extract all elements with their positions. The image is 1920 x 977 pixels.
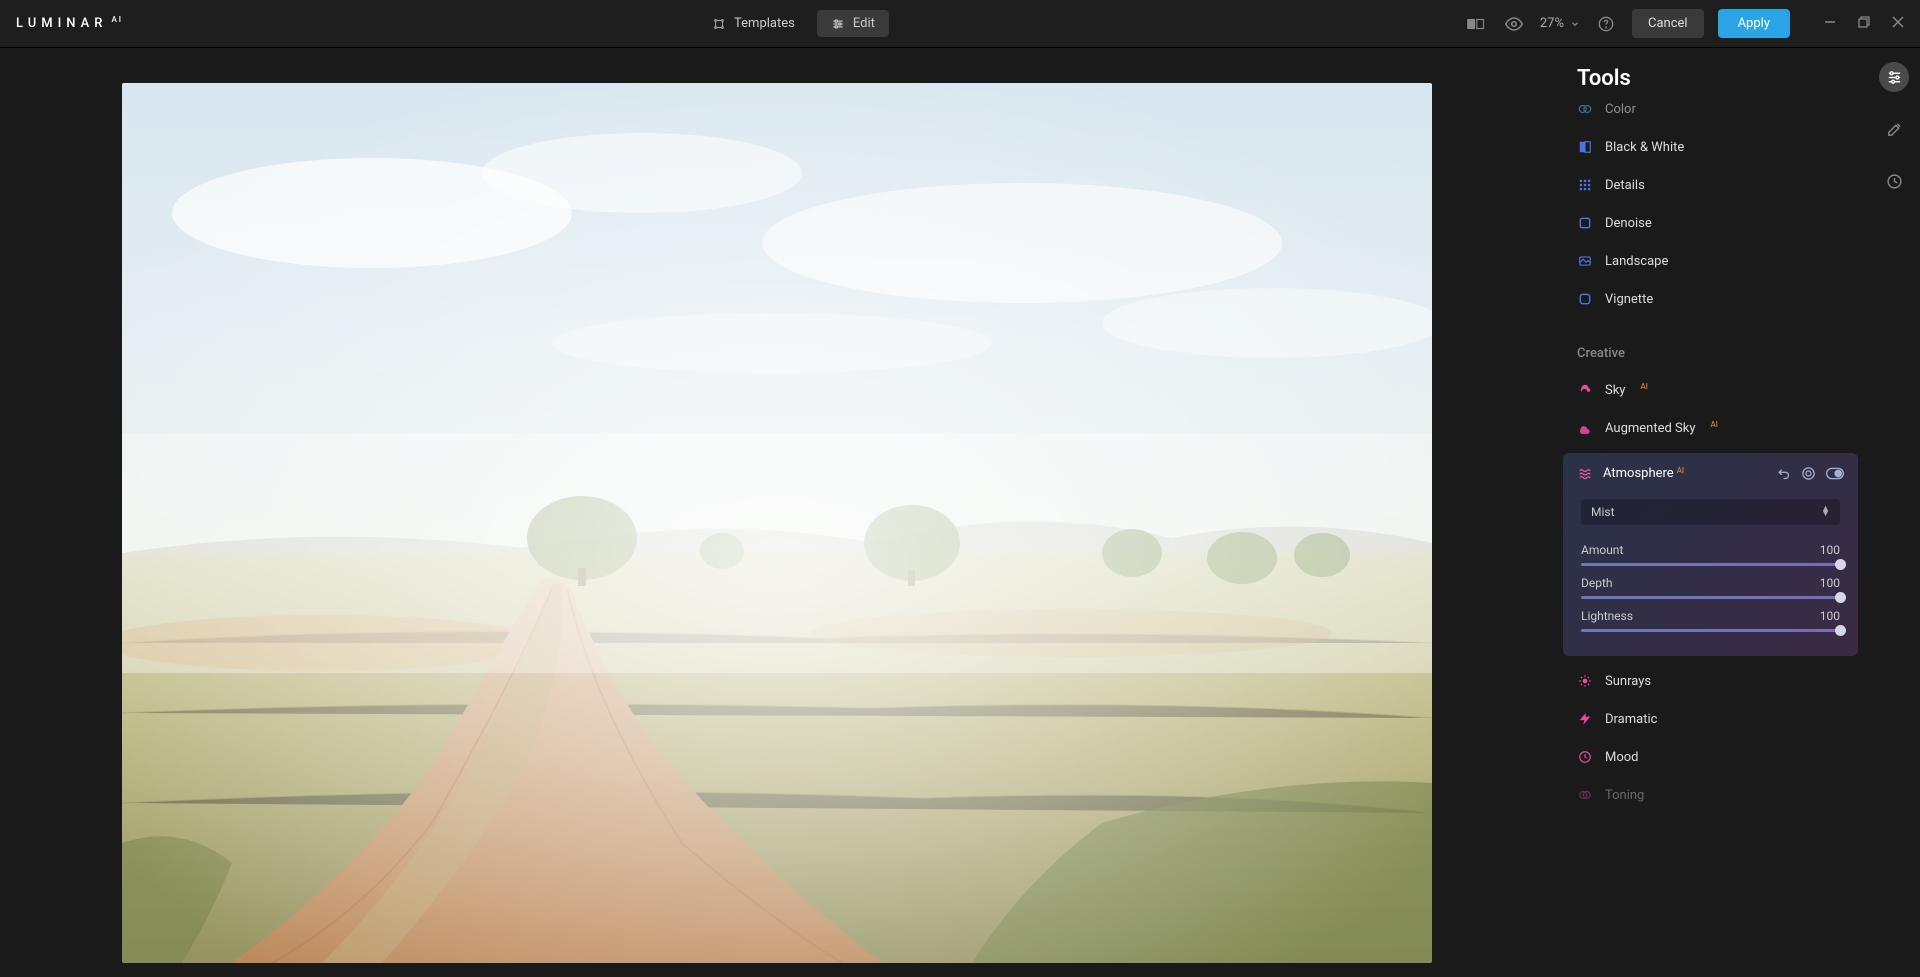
- tool-sunrays[interactable]: Sunrays: [1553, 662, 1868, 700]
- window-minimize-icon[interactable]: [1824, 16, 1836, 31]
- main-area: Tools Color Black & White Details Denois…: [0, 48, 1920, 977]
- ai-badge: AI: [1640, 382, 1647, 391]
- slider-name: Lightness: [1581, 609, 1633, 623]
- help-icon[interactable]: [1594, 12, 1618, 36]
- tool-details[interactable]: Details: [1553, 166, 1868, 204]
- tool-black-white[interactable]: Black & White: [1553, 128, 1868, 166]
- top-bar: LUMINAR AI Templates Edit 27%: [0, 0, 1920, 48]
- toning-icon: [1577, 787, 1593, 803]
- zoom-value: 27%: [1540, 16, 1564, 31]
- denoise-icon: [1577, 215, 1593, 231]
- tool-label: Black & White: [1605, 140, 1684, 155]
- tool-label: Sky: [1605, 383, 1625, 398]
- ai-badge: AI: [1677, 466, 1684, 475]
- edit-tab[interactable]: Edit: [817, 10, 889, 37]
- landscape-icon: [1577, 253, 1593, 269]
- ai-badge: AI: [1711, 420, 1718, 429]
- slider-name: Depth: [1581, 576, 1613, 590]
- slider-track[interactable]: [1581, 563, 1840, 566]
- slider-track[interactable]: [1581, 629, 1840, 632]
- mask-icon[interactable]: [1801, 466, 1816, 481]
- slider-value: 100: [1820, 576, 1840, 590]
- mode-switcher: Templates Edit: [698, 10, 889, 37]
- atmosphere-icon: [1577, 465, 1593, 481]
- tool-landscape[interactable]: Landscape: [1553, 242, 1868, 280]
- tool-dramatic[interactable]: Dramatic: [1553, 700, 1868, 738]
- slider-thumb[interactable]: [1835, 625, 1846, 636]
- app-logo: LUMINAR AI: [16, 16, 123, 31]
- edit-label: Edit: [853, 16, 875, 31]
- cancel-button[interactable]: Cancel: [1632, 9, 1704, 38]
- creative-section-label: Creative: [1553, 318, 1868, 371]
- window-close-icon[interactable]: [1892, 16, 1904, 31]
- tool-sky[interactable]: Sky AI: [1553, 371, 1868, 409]
- atmosphere-header[interactable]: AtmosphereAI: [1563, 453, 1858, 493]
- augmented-sky-icon: [1577, 420, 1593, 436]
- dropdown-arrows-icon: ▲▼: [1821, 507, 1830, 518]
- slider-thumb[interactable]: [1835, 592, 1846, 603]
- slider-value: 100: [1820, 543, 1840, 557]
- visibility-toggle-icon[interactable]: [1826, 466, 1844, 481]
- tool-toning[interactable]: Toning: [1553, 776, 1868, 814]
- tool-label: Dramatic: [1605, 712, 1657, 727]
- tool-label: Denoise: [1605, 216, 1652, 231]
- zoom-dropdown[interactable]: 27%: [1540, 16, 1580, 31]
- slider-track[interactable]: [1581, 596, 1840, 599]
- dramatic-icon: [1577, 711, 1593, 727]
- canvas-area: [0, 48, 1553, 977]
- tool-label: Sunrays: [1605, 674, 1651, 689]
- tools-panel: Tools Color Black & White Details Denois…: [1553, 48, 1868, 977]
- tool-label: Details: [1605, 178, 1645, 193]
- sunrays-icon: [1577, 673, 1593, 689]
- tool-mood[interactable]: Mood: [1553, 738, 1868, 776]
- details-icon: [1577, 177, 1593, 193]
- atmosphere-header-actions: [1776, 466, 1844, 481]
- tool-atmosphere-expanded: AtmosphereAI Mist ▲▼ Amount 100: [1563, 453, 1858, 656]
- logo-text: LUMINAR: [16, 16, 107, 31]
- tool-label: Augmented Sky: [1605, 421, 1696, 436]
- templates-icon: [712, 17, 726, 31]
- edit-icon: [831, 17, 845, 31]
- slider-lightness[interactable]: Lightness 100: [1563, 605, 1858, 638]
- preview-eye-icon[interactable]: [1502, 12, 1526, 36]
- bw-icon: [1577, 139, 1593, 155]
- color-icon: [1577, 101, 1593, 117]
- sky-icon: [1577, 382, 1593, 398]
- apply-button[interactable]: Apply: [1718, 9, 1790, 38]
- tool-denoise[interactable]: Denoise: [1553, 204, 1868, 242]
- tool-augmented-sky[interactable]: Augmented Sky AI: [1553, 409, 1868, 447]
- atmosphere-title: AtmosphereAI: [1603, 466, 1776, 481]
- right-rail: [1868, 48, 1920, 977]
- atmosphere-preset-dropdown[interactable]: Mist ▲▼: [1581, 499, 1840, 525]
- window-controls: [1824, 16, 1904, 31]
- rail-history-icon[interactable]: [1879, 166, 1909, 196]
- vignette-icon: [1577, 291, 1593, 307]
- slider-name: Amount: [1581, 543, 1623, 557]
- undo-icon[interactable]: [1776, 466, 1791, 481]
- tool-label: Toning: [1605, 788, 1644, 803]
- rail-adjustments-icon[interactable]: [1879, 62, 1909, 92]
- tool-label: Landscape: [1605, 254, 1668, 269]
- tool-color[interactable]: Color: [1553, 97, 1868, 128]
- templates-label: Templates: [734, 16, 795, 31]
- mood-icon: [1577, 749, 1593, 765]
- slider-depth[interactable]: Depth 100: [1563, 572, 1858, 605]
- rail-brush-icon[interactable]: [1879, 114, 1909, 144]
- templates-tab[interactable]: Templates: [698, 10, 809, 37]
- window-maximize-icon[interactable]: [1858, 16, 1870, 31]
- tool-label: Mood: [1605, 750, 1639, 765]
- preset-value: Mist: [1591, 505, 1615, 519]
- logo-ai-suffix: AI: [111, 15, 123, 24]
- tool-vignette[interactable]: Vignette: [1553, 280, 1868, 318]
- slider-value: 100: [1820, 609, 1840, 623]
- panel-title: Tools: [1553, 66, 1868, 97]
- slider-amount[interactable]: Amount 100: [1563, 539, 1858, 572]
- slider-thumb[interactable]: [1835, 559, 1846, 570]
- tool-label: Color: [1605, 102, 1636, 117]
- top-right-controls: 27% Cancel Apply: [1464, 9, 1904, 38]
- tool-label: Vignette: [1605, 292, 1653, 307]
- compare-split-icon[interactable]: [1464, 12, 1488, 36]
- image-canvas[interactable]: [122, 83, 1432, 963]
